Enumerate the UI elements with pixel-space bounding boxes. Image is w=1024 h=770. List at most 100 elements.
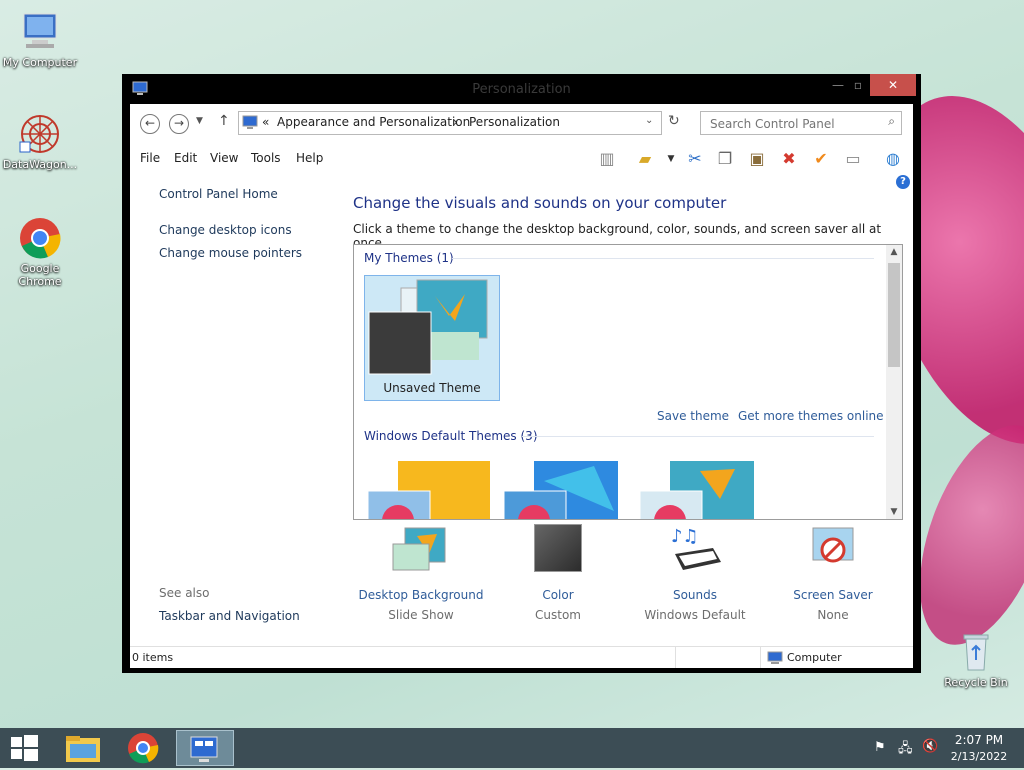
themes-scrollbar[interactable]: ▲ ▼ bbox=[886, 245, 902, 519]
volume-muted-icon[interactable]: 🔇 bbox=[922, 739, 938, 754]
sounds-icon: ♪♫ bbox=[669, 524, 723, 577]
scroll-down-arrow[interactable]: ▼ bbox=[886, 507, 902, 517]
action-center-flag-icon[interactable]: ⚑ bbox=[874, 740, 886, 755]
paste-icon[interactable]: ▣ bbox=[746, 148, 768, 170]
save-theme-link[interactable]: Save theme bbox=[657, 409, 729, 423]
menu-file[interactable]: File bbox=[140, 151, 160, 165]
theme-tile-flowers[interactable] bbox=[639, 461, 762, 519]
address-overflow[interactable]: « bbox=[262, 115, 269, 129]
clock-time: 2:07 PM bbox=[954, 733, 1004, 747]
theme-tile-lines-and-colors[interactable] bbox=[503, 461, 626, 519]
copy-icon[interactable]: ❐ bbox=[714, 148, 736, 170]
themes-list[interactable]: My Themes (1) Unsaved Theme Save theme G… bbox=[353, 244, 903, 520]
maximize-button[interactable]: ▫ bbox=[844, 74, 872, 96]
desktop-icon-google-chrome[interactable]: Google Chrome bbox=[0, 216, 80, 288]
item-value: None bbox=[817, 608, 849, 622]
windows-logo-icon bbox=[11, 735, 38, 761]
menu-edit[interactable]: Edit bbox=[174, 151, 197, 165]
taskbar-control-panel[interactable] bbox=[176, 730, 234, 766]
menu-help[interactable]: Help bbox=[296, 151, 323, 165]
title-bar[interactable]: Personalization — ▫ ✕ bbox=[122, 74, 921, 104]
desktop-icon-recycle-bin[interactable]: Recycle Bin bbox=[936, 630, 1016, 689]
close-button[interactable]: ✕ bbox=[870, 74, 916, 96]
get-more-themes-link[interactable]: Get more themes online bbox=[738, 409, 884, 423]
search-input[interactable] bbox=[708, 114, 882, 134]
theme-name: Unsaved Theme bbox=[383, 381, 481, 395]
desktop-icon-label: Google Chrome bbox=[18, 262, 62, 288]
help-icon[interactable]: ? bbox=[896, 175, 910, 189]
desktop-icon-label: Recycle Bin bbox=[944, 676, 1008, 689]
clock-date: 2/13/2022 bbox=[950, 750, 1008, 763]
clock[interactable]: 2:07 PM 2/13/2022 bbox=[944, 733, 1014, 763]
status-location: Computer bbox=[787, 651, 842, 664]
group-divider bbox=[522, 436, 874, 437]
back-button[interactable]: ← bbox=[140, 114, 160, 134]
item-name[interactable]: Screen Saver bbox=[763, 588, 903, 602]
window-title: Personalization bbox=[472, 82, 571, 97]
search-icon[interactable]: ⌕ bbox=[888, 114, 895, 129]
desktop-icon-label: DataWagon... bbox=[2, 158, 78, 171]
chrome-icon bbox=[18, 216, 62, 260]
scroll-thumb[interactable] bbox=[888, 263, 900, 367]
refresh-button[interactable]: ↻ bbox=[668, 113, 680, 129]
item-name[interactable]: Sounds bbox=[625, 588, 765, 602]
cut-icon[interactable]: ✂ bbox=[684, 148, 706, 170]
default-themes-header[interactable]: Windows Default Themes (3) bbox=[364, 429, 538, 443]
my-themes-header[interactable]: My Themes (1) bbox=[364, 251, 454, 265]
left-pane: Control Panel Home Change desktop icons … bbox=[130, 174, 345, 644]
status-divider bbox=[760, 647, 761, 668]
group-divider bbox=[452, 258, 874, 259]
start-button[interactable] bbox=[0, 730, 56, 766]
screen-saver-icon bbox=[809, 524, 859, 577]
menu-bar: File Edit View Tools Help ▥ ▰ ▼ ✂ ❐ ▣ ✖ … bbox=[130, 144, 913, 189]
status-items-count: 0 items bbox=[132, 651, 174, 664]
item-value: Custom bbox=[535, 608, 581, 622]
address-bar[interactable]: « Appearance and Personalization › Perso… bbox=[238, 111, 662, 135]
taskbar-navigation-link[interactable]: Taskbar and Navigation bbox=[159, 609, 300, 623]
properties-check-icon[interactable]: ✔ bbox=[810, 148, 832, 170]
recent-locations-dropdown[interactable]: ▼ bbox=[196, 116, 203, 126]
dropdown-arrow-icon[interactable]: ▼ bbox=[660, 148, 682, 170]
folder-properties-icon[interactable]: ▰ bbox=[634, 148, 656, 170]
desktop-icon-my-computer[interactable]: My Computer bbox=[0, 10, 80, 69]
search-box[interactable]: ⌕ bbox=[700, 111, 902, 135]
menu-view[interactable]: View bbox=[210, 151, 238, 165]
svg-text:♪♫: ♪♫ bbox=[671, 526, 699, 547]
preview-pane-icon[interactable]: ▥ bbox=[596, 148, 618, 170]
address-dropdown-icon[interactable]: ⌄ bbox=[645, 115, 653, 126]
datawagon-icon bbox=[18, 112, 62, 156]
item-name[interactable]: Desktop Background bbox=[351, 588, 491, 602]
address-control-panel-icon bbox=[242, 114, 258, 133]
rename-icon[interactable]: ▭ bbox=[842, 148, 864, 170]
color-swatch bbox=[534, 524, 582, 572]
status-divider bbox=[675, 647, 676, 668]
chrome-icon bbox=[128, 733, 159, 764]
item-name[interactable]: Color bbox=[488, 588, 628, 602]
breadcrumb-separator[interactable]: › bbox=[453, 115, 458, 129]
change-desktop-icons-link[interactable]: Change desktop icons bbox=[159, 223, 292, 237]
desktop-icon-datawagon[interactable]: DataWagon... bbox=[0, 112, 80, 171]
menu-tools[interactable]: Tools bbox=[251, 151, 281, 165]
forward-button[interactable]: → bbox=[169, 114, 189, 134]
status-computer-icon bbox=[767, 651, 783, 668]
change-mouse-pointers-link[interactable]: Change mouse pointers bbox=[159, 246, 302, 260]
breadcrumb-personalization[interactable]: Personalization bbox=[469, 115, 560, 129]
theme-tile-windows[interactable] bbox=[367, 461, 490, 519]
taskbar-file-explorer[interactable] bbox=[56, 730, 112, 766]
network-globe-icon[interactable]: ◍ bbox=[882, 148, 904, 170]
taskbar: ⚑ 🖧 🔇 2:07 PM 2/13/2022 bbox=[0, 728, 1024, 768]
delete-icon[interactable]: ✖ bbox=[778, 148, 800, 170]
window-client-area: ← → ▼ ↑ « Appearance and Personalization… bbox=[130, 104, 913, 668]
page-title: Change the visuals and sounds on your co… bbox=[353, 194, 727, 212]
network-icon[interactable]: 🖧 bbox=[898, 739, 913, 761]
theme-tile-unsaved[interactable]: Unsaved Theme bbox=[364, 275, 500, 401]
computer-icon bbox=[18, 10, 62, 54]
scroll-up-arrow[interactable]: ▲ bbox=[886, 247, 902, 257]
up-button[interactable]: ↑ bbox=[218, 113, 230, 129]
control-panel-home-link[interactable]: Control Panel Home bbox=[159, 187, 278, 201]
taskbar-chrome[interactable] bbox=[116, 730, 172, 766]
unsaved-theme-thumbnail bbox=[368, 279, 488, 375]
status-bar: 0 items Computer bbox=[130, 646, 913, 668]
personalization-window: Personalization — ▫ ✕ ← → ▼ ↑ « Appearan… bbox=[122, 74, 921, 673]
breadcrumb-appearance[interactable]: Appearance and Personalization bbox=[277, 115, 470, 129]
